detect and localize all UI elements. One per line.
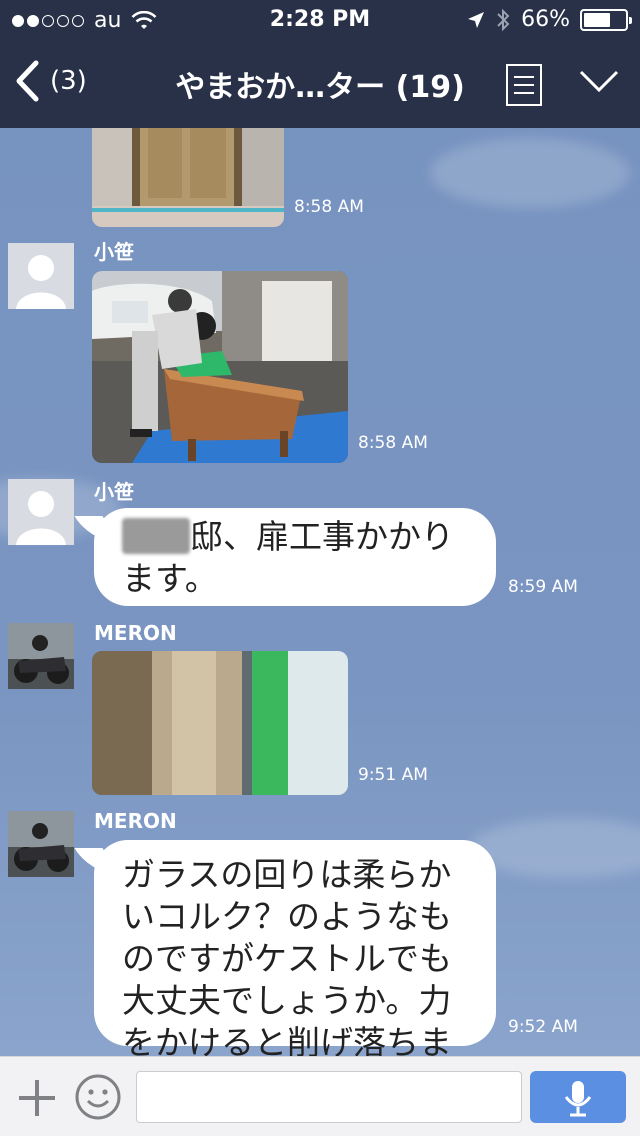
timestamp: 9:52 AM <box>508 1017 578 1037</box>
message-bubble[interactable]: 邸、扉工事かかります。 <box>94 508 496 606</box>
message-input[interactable] <box>136 1071 522 1123</box>
bluetooth-icon <box>497 8 510 31</box>
back-button[interactable]: (3) <box>14 60 87 102</box>
voice-message-button[interactable] <box>530 1071 626 1123</box>
location-arrow-icon <box>468 11 485 28</box>
chevron-left-icon <box>16 60 39 102</box>
avatar[interactable] <box>8 811 74 877</box>
unread-count: (3) <box>50 66 87 96</box>
workbench-photo[interactable] <box>92 271 348 463</box>
sender-name: 小笹 <box>94 480 134 504</box>
message-bubble[interactable]: ガラスの回りは柔らかいコルク？のようなものですがケストルでも大丈夫でしょうか。力… <box>94 840 496 1056</box>
chevron-down-icon[interactable] <box>578 68 620 94</box>
avatar[interactable] <box>8 243 74 309</box>
microphone-icon <box>564 1081 592 1117</box>
timestamp: 8:58 AM <box>294 197 364 217</box>
battery-percent: 66% <box>521 7 570 32</box>
sender-name: MERON <box>94 809 177 833</box>
status-bar: au 2:28 PM 66% <box>0 0 640 40</box>
notes-icon[interactable] <box>506 64 542 106</box>
wood-frame-photo[interactable] <box>92 651 348 795</box>
chat-header: (3) やまおか…ター (19) <box>0 40 640 128</box>
chat-area[interactable]: 8:58 AM 小笹 8:58 AM 小笹 邸、扉工事かかります。 8:59 A… <box>0 128 640 1056</box>
avatar[interactable] <box>8 623 74 689</box>
timestamp: 9:51 AM <box>358 765 428 785</box>
sender-name: MERON <box>94 621 177 645</box>
avatar[interactable] <box>8 479 74 545</box>
front-door-photo[interactable] <box>92 128 284 227</box>
message-text: ガラスの回りは柔らかいコルク？のようなものですがケストルでも大丈夫でしょうか。力… <box>122 855 452 1056</box>
sender-name: 小笹 <box>94 240 134 264</box>
chat-title: やまおか…ター (19) <box>175 70 465 105</box>
timestamp: 8:58 AM <box>358 433 428 453</box>
emoji-icon[interactable] <box>74 1073 122 1121</box>
message-input-bar <box>0 1056 640 1136</box>
plus-icon[interactable] <box>16 1077 58 1119</box>
redacted-text <box>122 518 190 554</box>
timestamp: 8:59 AM <box>508 577 578 597</box>
battery-icon <box>580 8 632 31</box>
